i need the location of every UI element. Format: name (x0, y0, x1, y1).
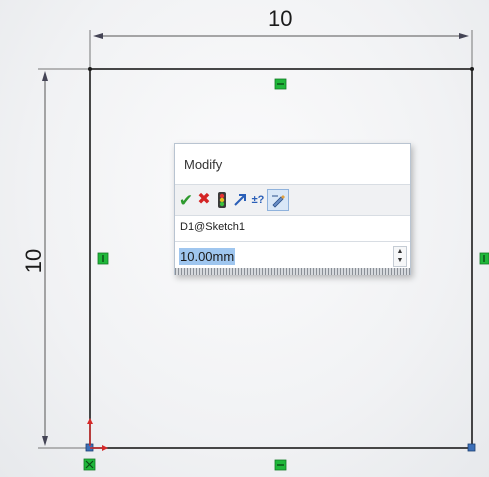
dimension-name-field[interactable]: D1@Sketch1 (175, 216, 410, 242)
origin-arrow-x (102, 445, 108, 451)
horizontal-dimension-value[interactable]: 10 (268, 6, 292, 32)
dimension-value-text: 10.00mm (179, 248, 236, 265)
thumbwheel[interactable] (175, 268, 410, 275)
modify-dialog: Modify ✔ ✖ ±? D1@Sketch1 10.00mm ▲ ▼ (174, 143, 411, 275)
horizontal-relation-icon[interactable] (274, 459, 287, 471)
vertical-relation-icon[interactable] (479, 252, 489, 265)
dim-arrow-bottom (42, 436, 48, 446)
sketch-canvas[interactable]: 10 10 Modify ✔ ✖ ±? D1@Sketch1 10.00mm ▲… (0, 0, 489, 477)
traffic-light-icon[interactable] (213, 191, 231, 209)
vertical-dimension-value[interactable]: 10 (21, 249, 47, 273)
sketch-point[interactable] (88, 67, 92, 71)
spin-down-icon[interactable]: ▼ (394, 256, 406, 265)
checkmark-icon[interactable]: ✔ (177, 191, 195, 209)
dimension-name: D1@Sketch1 (180, 221, 245, 233)
dimension-pencil-icon[interactable] (267, 189, 289, 211)
horizontal-relation-icon[interactable] (274, 78, 287, 90)
dialog-title: Modify (184, 157, 223, 172)
x-icon[interactable]: ✖ (195, 191, 213, 209)
dim-arrow-top (42, 71, 48, 81)
dialog-toolbar: ✔ ✖ ±? (175, 184, 410, 216)
fix-relation-icon[interactable] (83, 458, 96, 471)
vertical-relation-icon[interactable] (97, 252, 109, 265)
value-spinner[interactable]: ▲ ▼ (393, 246, 407, 267)
dim-arrow-right (459, 33, 469, 39)
origin-arrow-y (87, 418, 93, 424)
reverse-direction-icon[interactable] (231, 191, 249, 209)
sketch-point[interactable] (467, 443, 476, 452)
dimension-value-input[interactable]: 10.00mm (177, 246, 391, 267)
plus-minus-question-icon[interactable]: ±? (249, 191, 267, 209)
spin-up-icon[interactable]: ▲ (394, 247, 406, 256)
dim-arrow-left (93, 33, 103, 39)
sketch-point[interactable] (470, 67, 474, 71)
